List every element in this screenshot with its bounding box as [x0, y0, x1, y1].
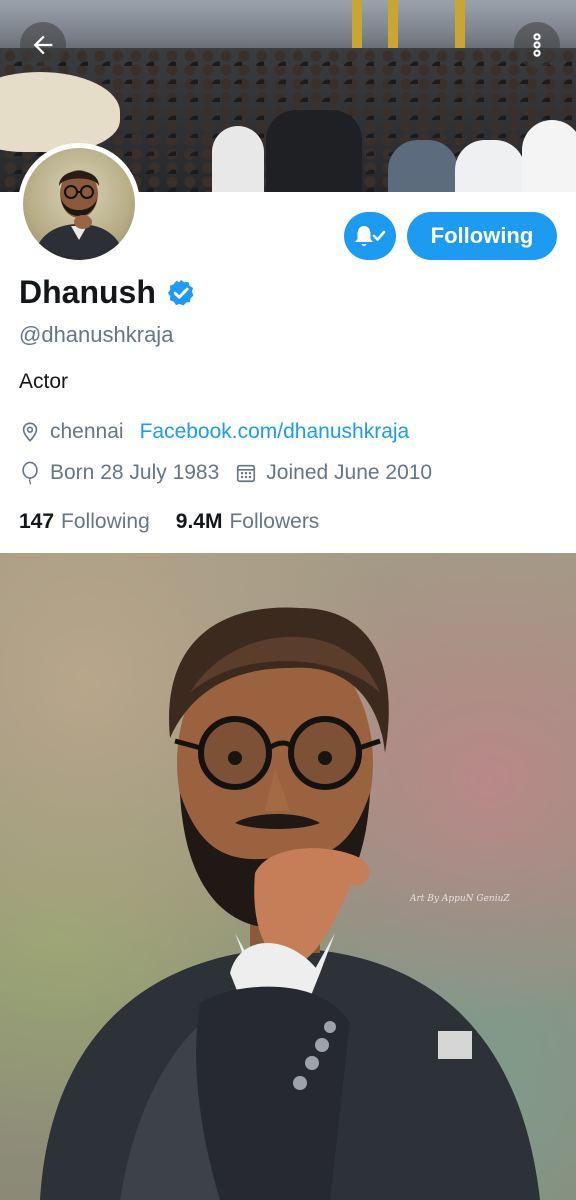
- back-button[interactable]: [20, 22, 66, 68]
- avatar-portrait: [33, 170, 125, 260]
- joined-text: Joined June 2010: [266, 461, 433, 484]
- profile-meta-row: Born 28 July 1983 Joined June 2010: [19, 461, 448, 485]
- banner-person: [455, 140, 525, 192]
- avatar[interactable]: [18, 143, 140, 265]
- following-button[interactable]: Following: [407, 212, 557, 260]
- banner-person: [212, 126, 264, 192]
- notifications-button[interactable]: [344, 212, 396, 260]
- banner-person: [266, 110, 362, 192]
- followers-count-link[interactable]: 9.4M Followers: [176, 510, 320, 534]
- more-options-button[interactable]: [514, 22, 560, 68]
- avatar-image: [23, 148, 135, 260]
- following-label: Following: [61, 510, 150, 533]
- profile-name: Dhanush: [19, 274, 156, 310]
- location-item: chennai: [19, 420, 124, 444]
- profile-handle: @dhanushkraja: [19, 322, 174, 347]
- profile-name-row: Dhanush: [19, 274, 196, 311]
- website-item[interactable]: Facebook.com/dhanushkraja: [140, 420, 410, 444]
- follow-counts: 147 Following 9.4M Followers: [19, 510, 345, 534]
- location-text: chennai: [50, 420, 124, 443]
- verified-badge-icon: [167, 279, 194, 305]
- artwork-portrait: [40, 607, 540, 1200]
- fan-artwork-image[interactable]: Art By AppuN GeniuZ: [0, 553, 576, 1200]
- following-count-link[interactable]: 147 Following: [19, 510, 150, 534]
- banner-person: [522, 120, 576, 192]
- banner-person: [388, 140, 458, 192]
- joined-item: Joined June 2010: [235, 461, 432, 485]
- profile-meta-row: chennai Facebook.com/dhanushkraja: [19, 420, 425, 444]
- artist-signature: Art By AppuN GeniuZ: [410, 894, 510, 904]
- balloon-icon: [22, 461, 38, 485]
- followers-count: 9.4M: [175, 510, 223, 533]
- profile-bio: Actor: [19, 370, 69, 393]
- website-link[interactable]: Facebook.com/dhanushkraja: [140, 420, 410, 444]
- location-pin-icon: [22, 422, 38, 442]
- more-vertical-icon: [533, 33, 541, 57]
- birthday-item: Born 28 July 1983: [19, 461, 219, 485]
- birthday-text: Born 28 July 1983: [50, 461, 220, 484]
- followers-label: Followers: [229, 510, 320, 533]
- bell-check-icon: [355, 226, 386, 246]
- calendar-icon: [237, 464, 256, 483]
- arrow-left-icon: [33, 35, 53, 55]
- following-count: 147: [19, 510, 55, 533]
